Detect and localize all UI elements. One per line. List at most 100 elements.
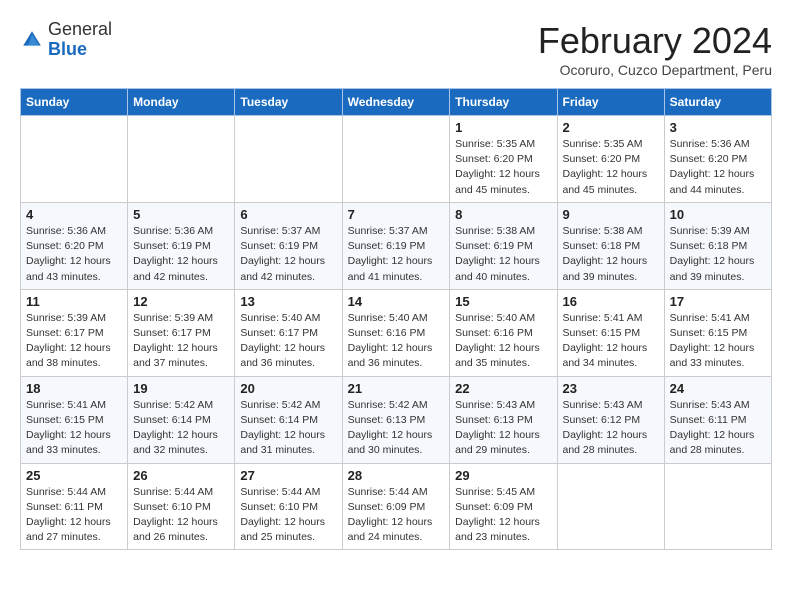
day-number: 12 [133, 294, 229, 309]
logo-text: General Blue [48, 20, 112, 60]
day-number: 25 [26, 468, 122, 483]
day-info: Sunrise: 5:37 AM Sunset: 6:19 PM Dayligh… [348, 224, 445, 285]
calendar-cell: 21 Sunrise: 5:42 AM Sunset: 6:13 PM Dayli… [342, 376, 450, 463]
day-info: Sunrise: 5:36 AM Sunset: 6:19 PM Dayligh… [133, 224, 229, 285]
calendar-cell: 22Sunrise: 5:43 AM Sunset: 6:13 PM Dayli… [450, 376, 557, 463]
day-info: Sunrise: 5:39 AM Sunset: 6:18 PM Dayligh… [670, 224, 766, 285]
calendar-cell [21, 116, 128, 203]
day-info: Sunrise: 5:42 AM Sunset: 6:14 PM Dayligh… [133, 398, 229, 459]
calendar-cell: 26Sunrise: 5:44 AM Sunset: 6:10 PM Dayli… [128, 463, 235, 550]
day-info: Sunrise: 5:44 AM Sunset: 6:10 PM Dayligh… [240, 485, 336, 546]
day-info: Sunrise: 5:35 AM Sunset: 6:20 PM Dayligh… [455, 137, 551, 198]
day-number: 4 [26, 207, 122, 222]
logo-blue: Blue [48, 39, 87, 59]
calendar-cell [557, 463, 664, 550]
weekday-header-sunday: Sunday [21, 89, 128, 116]
day-number: 10 [670, 207, 766, 222]
weekday-header-thursday: Thursday [450, 89, 557, 116]
calendar-week-4: 18Sunrise: 5:41 AM Sunset: 6:15 PM Dayli… [21, 376, 772, 463]
day-number: 26 [133, 468, 229, 483]
day-number: 21 [348, 381, 445, 396]
day-number: 16 [563, 294, 659, 309]
day-number: 29 [455, 468, 551, 483]
calendar-cell [342, 116, 450, 203]
calendar-cell: 10 Sunrise: 5:39 AM Sunset: 6:18 PM Dayli… [664, 202, 771, 289]
day-number: 23 [563, 381, 659, 396]
calendar-header: SundayMondayTuesdayWednesdayThursdayFrid… [21, 89, 772, 116]
day-info: Sunrise: 5:36 AM Sunset: 6:20 PM Dayligh… [26, 224, 122, 285]
calendar-table: SundayMondayTuesdayWednesdayThursdayFrid… [20, 88, 772, 550]
day-info: Sunrise: 5:40 AM Sunset: 6:17 PM Dayligh… [240, 311, 336, 372]
day-number: 2 [563, 120, 659, 135]
day-number: 27 [240, 468, 336, 483]
weekday-header-tuesday: Tuesday [235, 89, 342, 116]
calendar-cell: 24 Sunrise: 5:43 AM Sunset: 6:11 PM Dayli… [664, 376, 771, 463]
calendar-cell: 8 Sunrise: 5:38 AM Sunset: 6:19 PM Daylig… [450, 202, 557, 289]
day-info: Sunrise: 5:39 AM Sunset: 6:17 PM Dayligh… [133, 311, 229, 372]
day-info: Sunrise: 5:38 AM Sunset: 6:19 PM Dayligh… [455, 224, 551, 285]
month-title: February 2024 [538, 20, 772, 62]
day-info: Sunrise: 5:40 AM Sunset: 6:16 PM Dayligh… [455, 311, 551, 372]
calendar-cell: 5 Sunrise: 5:36 AM Sunset: 6:19 PM Daylig… [128, 202, 235, 289]
calendar-cell: 16 Sunrise: 5:41 AM Sunset: 6:15 PM Dayli… [557, 289, 664, 376]
weekday-header-saturday: Saturday [664, 89, 771, 116]
calendar-cell: 17 Sunrise: 5:41 AM Sunset: 6:15 PM Dayli… [664, 289, 771, 376]
logo-icon [20, 28, 44, 52]
day-number: 5 [133, 207, 229, 222]
calendar-cell: 9Sunrise: 5:38 AM Sunset: 6:18 PM Daylig… [557, 202, 664, 289]
weekday-header-monday: Monday [128, 89, 235, 116]
calendar-week-3: 11 Sunrise: 5:39 AM Sunset: 6:17 PM Dayli… [21, 289, 772, 376]
day-number: 14 [348, 294, 445, 309]
day-info: Sunrise: 5:45 AM Sunset: 6:09 PM Dayligh… [455, 485, 551, 546]
day-info: Sunrise: 5:38 AM Sunset: 6:18 PM Dayligh… [563, 224, 659, 285]
calendar-cell: 12 Sunrise: 5:39 AM Sunset: 6:17 PM Dayli… [128, 289, 235, 376]
calendar-cell: 3Sunrise: 5:36 AM Sunset: 6:20 PM Daylig… [664, 116, 771, 203]
calendar-cell [235, 116, 342, 203]
weekday-header-row: SundayMondayTuesdayWednesdayThursdayFrid… [21, 89, 772, 116]
calendar-cell: 27 Sunrise: 5:44 AM Sunset: 6:10 PM Dayli… [235, 463, 342, 550]
day-number: 20 [240, 381, 336, 396]
calendar-cell: 11 Sunrise: 5:39 AM Sunset: 6:17 PM Dayli… [21, 289, 128, 376]
day-number: 7 [348, 207, 445, 222]
weekday-header-friday: Friday [557, 89, 664, 116]
page-header: General Blue February 2024 Ocoruro, Cuzc… [20, 20, 772, 78]
calendar-cell: 14 Sunrise: 5:40 AM Sunset: 6:16 PM Dayli… [342, 289, 450, 376]
day-info: Sunrise: 5:36 AM Sunset: 6:20 PM Dayligh… [670, 137, 766, 198]
logo-general: General [48, 19, 112, 39]
location-subtitle: Ocoruro, Cuzco Department, Peru [538, 62, 772, 78]
day-number: 6 [240, 207, 336, 222]
day-info: Sunrise: 5:37 AM Sunset: 6:19 PM Dayligh… [240, 224, 336, 285]
day-info: Sunrise: 5:43 AM Sunset: 6:11 PM Dayligh… [670, 398, 766, 459]
calendar-cell: 6 Sunrise: 5:37 AM Sunset: 6:19 PM Daylig… [235, 202, 342, 289]
day-number: 24 [670, 381, 766, 396]
logo: General Blue [20, 20, 112, 60]
title-area: February 2024 Ocoruro, Cuzco Department,… [538, 20, 772, 78]
day-number: 11 [26, 294, 122, 309]
calendar-cell: 4 Sunrise: 5:36 AM Sunset: 6:20 PM Daylig… [21, 202, 128, 289]
weekday-header-wednesday: Wednesday [342, 89, 450, 116]
day-info: Sunrise: 5:41 AM Sunset: 6:15 PM Dayligh… [563, 311, 659, 372]
calendar-cell [128, 116, 235, 203]
day-info: Sunrise: 5:44 AM Sunset: 6:09 PM Dayligh… [348, 485, 445, 546]
day-info: Sunrise: 5:41 AM Sunset: 6:15 PM Dayligh… [670, 311, 766, 372]
calendar-cell: 2 Sunrise: 5:35 AM Sunset: 6:20 PM Daylig… [557, 116, 664, 203]
day-info: Sunrise: 5:43 AM Sunset: 6:13 PM Dayligh… [455, 398, 551, 459]
day-info: Sunrise: 5:41 AM Sunset: 6:15 PM Dayligh… [26, 398, 122, 459]
day-info: Sunrise: 5:39 AM Sunset: 6:17 PM Dayligh… [26, 311, 122, 372]
day-number: 8 [455, 207, 551, 222]
calendar-cell: 28 Sunrise: 5:44 AM Sunset: 6:09 PM Dayli… [342, 463, 450, 550]
day-info: Sunrise: 5:35 AM Sunset: 6:20 PM Dayligh… [563, 137, 659, 198]
calendar-cell: 18Sunrise: 5:41 AM Sunset: 6:15 PM Dayli… [21, 376, 128, 463]
day-number: 13 [240, 294, 336, 309]
day-number: 1 [455, 120, 551, 135]
day-info: Sunrise: 5:40 AM Sunset: 6:16 PM Dayligh… [348, 311, 445, 372]
day-info: Sunrise: 5:43 AM Sunset: 6:12 PM Dayligh… [563, 398, 659, 459]
day-info: Sunrise: 5:42 AM Sunset: 6:13 PM Dayligh… [348, 398, 445, 459]
day-number: 28 [348, 468, 445, 483]
calendar-cell: 1 Sunrise: 5:35 AM Sunset: 6:20 PM Daylig… [450, 116, 557, 203]
day-info: Sunrise: 5:42 AM Sunset: 6:14 PM Dayligh… [240, 398, 336, 459]
calendar-cell [664, 463, 771, 550]
calendar-week-5: 25Sunrise: 5:44 AM Sunset: 6:11 PM Dayli… [21, 463, 772, 550]
day-number: 19 [133, 381, 229, 396]
day-number: 17 [670, 294, 766, 309]
